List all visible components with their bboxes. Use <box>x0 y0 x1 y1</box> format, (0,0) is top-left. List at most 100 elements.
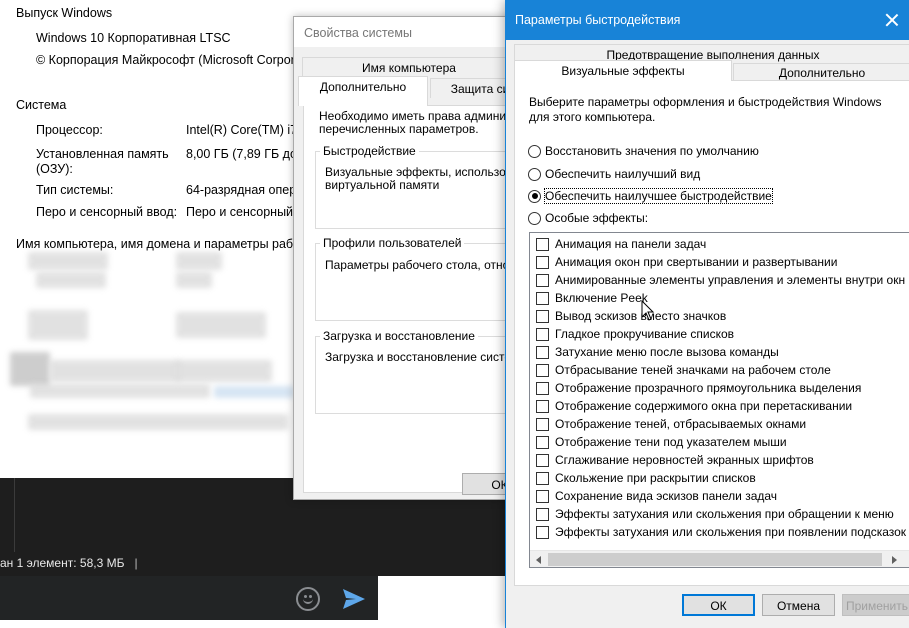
windows-edition-heading: Выпуск Windows <box>16 6 113 20</box>
radio-label: Восстановить значения по умолчанию <box>545 144 759 158</box>
effect-item[interactable]: Сохранение вида эскизов панели задач <box>536 487 777 505</box>
radio-button[interactable] <box>528 167 541 181</box>
scroll-thumb[interactable] <box>548 553 882 566</box>
send-icon[interactable] <box>340 585 368 613</box>
redacted-block <box>176 252 222 270</box>
apply-button[interactable]: Применить <box>842 594 909 616</box>
effect-label: Гладкое прокручивание списков <box>555 327 735 341</box>
effect-item[interactable]: Затухание меню после вызова команды <box>536 343 779 361</box>
radio-best-appearance[interactable]: Обеспечить наилучший вид <box>528 166 700 182</box>
tab-visual-effects[interactable]: Визуальные эффекты <box>514 60 732 81</box>
message-composer[interactable] <box>0 576 378 620</box>
system-type-label: Тип системы: <box>36 183 114 197</box>
ok-button[interactable]: ОК <box>682 594 755 616</box>
memory-value: 8,00 ГБ (7,89 ГБ дост <box>186 147 309 161</box>
redacted-block <box>30 384 210 398</box>
emoji-icon[interactable] <box>296 587 320 611</box>
effect-label: Отображение содержимого окна при перетас… <box>555 399 853 413</box>
effect-label: Сглаживание неровностей экранных шрифтов <box>555 453 814 467</box>
memory-label: Установленная память <box>36 147 169 161</box>
user-profiles-group <box>315 243 522 321</box>
user-profiles-desc: Параметры рабочего стола, относя <box>325 258 522 272</box>
computer-name-heading: Имя компьютера, имя домена и параметры р… <box>16 237 301 251</box>
radio-button[interactable] <box>528 211 541 225</box>
performance-desc-line2: виртуальной памяти <box>325 178 440 192</box>
radio-label: Обеспечить наилучший вид <box>545 167 701 181</box>
checkbox[interactable] <box>536 453 549 467</box>
admin-notice-line2: перечисленных параметров. <box>319 122 479 136</box>
effect-item[interactable]: Гладкое прокручивание списков <box>536 325 734 343</box>
checkbox[interactable] <box>536 471 549 485</box>
effect-label: Отображение тени под указателем мыши <box>555 435 787 449</box>
dialog-title: Параметры быстродействия <box>506 0 909 40</box>
effect-item[interactable]: Анимированные элементы управления и элем… <box>536 271 905 289</box>
checkbox[interactable] <box>536 489 549 503</box>
effect-label: Анимированные элементы управления и элем… <box>555 273 906 287</box>
checkbox[interactable] <box>536 399 549 413</box>
checkbox[interactable] <box>536 327 549 341</box>
radio-button[interactable] <box>528 144 541 158</box>
effect-item[interactable]: Вывод эскизов вместо значков <box>536 307 726 325</box>
redacted-block <box>10 352 50 386</box>
effect-label: Затухание меню после вызова команды <box>555 345 779 359</box>
effect-item[interactable]: Эффекты затухания или скольжения при поя… <box>536 523 906 541</box>
checkbox[interactable] <box>536 273 549 287</box>
status-bar: ан 1 элемент: 58,3 МБ | <box>0 552 520 576</box>
tab-computer-name[interactable]: Имя компьютера <box>302 57 516 77</box>
effect-item[interactable]: Отбрасывание теней значками на рабочем с… <box>536 361 831 379</box>
effect-item[interactable]: Скольжение при раскрытии списков <box>536 469 756 487</box>
redacted-block <box>28 310 88 340</box>
effect-item[interactable]: Сглаживание неровностей экранных шрифтов <box>536 451 814 469</box>
checkbox[interactable] <box>536 381 549 395</box>
redacted-block <box>176 312 266 338</box>
checkbox[interactable] <box>536 345 549 359</box>
horizontal-scrollbar[interactable] <box>530 550 909 567</box>
scroll-right-icon[interactable] <box>886 551 903 567</box>
radio-label: Особые эффекты: <box>545 211 649 225</box>
effect-item[interactable]: Отображение содержимого окна при перетас… <box>536 397 852 415</box>
effects-list[interactable]: Анимация на панели задач Анимация окон п… <box>529 232 909 568</box>
redacted-block <box>28 414 288 430</box>
effect-item[interactable]: Отображение теней, отбрасываемых окнами <box>536 415 806 433</box>
checkbox[interactable] <box>536 507 549 521</box>
effect-label: Сохранение вида эскизов панели задач <box>555 489 778 503</box>
cancel-button[interactable]: Отмена <box>762 594 835 616</box>
effect-item[interactable]: Включение Peek <box>536 289 648 307</box>
effect-item[interactable]: Эффекты затухания или скольжения при обр… <box>536 505 894 523</box>
checkbox[interactable] <box>536 435 549 449</box>
performance-options-dialog: Параметры быстродействия Предотвращение … <box>505 0 909 628</box>
checkbox[interactable] <box>536 525 549 539</box>
effect-label: Анимация окон при свертывании и разверты… <box>555 255 838 269</box>
effect-label: Отображение прозрачного прямоугольника в… <box>555 381 862 395</box>
description-text: Выберите параметры оформления и быстроде… <box>529 95 882 125</box>
radio-custom[interactable]: Особые эффекты: <box>528 210 648 226</box>
pen-touch-label: Перо и сенсорный ввод: <box>36 205 178 219</box>
scroll-left-icon[interactable] <box>530 551 547 567</box>
redacted-block <box>214 386 294 398</box>
panel-divider <box>14 478 15 552</box>
checkbox[interactable] <box>536 237 549 251</box>
tab-advanced[interactable]: Дополнительно <box>733 63 909 81</box>
effect-item[interactable]: Анимация на панели задач <box>536 235 706 253</box>
close-icon[interactable] <box>882 10 902 30</box>
effect-item[interactable]: Отображение тени под указателем мыши <box>536 433 787 451</box>
checkbox[interactable] <box>536 291 549 305</box>
user-profiles-group-label: Профили пользователей <box>320 236 465 250</box>
radio-button-selected[interactable] <box>528 189 541 203</box>
system-heading: Система <box>16 98 67 112</box>
effect-label: Вывод эскизов вместо значков <box>555 309 727 323</box>
effect-label: Анимация на панели задач <box>555 237 707 251</box>
description-line1: Выберите параметры оформления и быстроде… <box>529 95 882 109</box>
checkbox[interactable] <box>536 417 549 431</box>
startup-recovery-desc: Загрузка и восстановление систем <box>325 350 520 364</box>
effect-item[interactable]: Отображение прозрачного прямоугольника в… <box>536 379 861 397</box>
effect-item[interactable]: Анимация окон при свертывании и разверты… <box>536 253 837 271</box>
tab-advanced[interactable]: Дополнительно <box>298 76 428 106</box>
radio-best-performance[interactable]: Обеспечить наилучшее быстродействие <box>528 188 773 204</box>
checkbox[interactable] <box>536 309 549 323</box>
startup-recovery-group-label: Загрузка и восстановление <box>320 329 478 343</box>
checkbox[interactable] <box>536 255 549 269</box>
status-text: ан 1 элемент: 58,3 МБ <box>0 556 125 570</box>
checkbox[interactable] <box>536 363 549 377</box>
radio-restore-defaults[interactable]: Восстановить значения по умолчанию <box>528 143 759 159</box>
